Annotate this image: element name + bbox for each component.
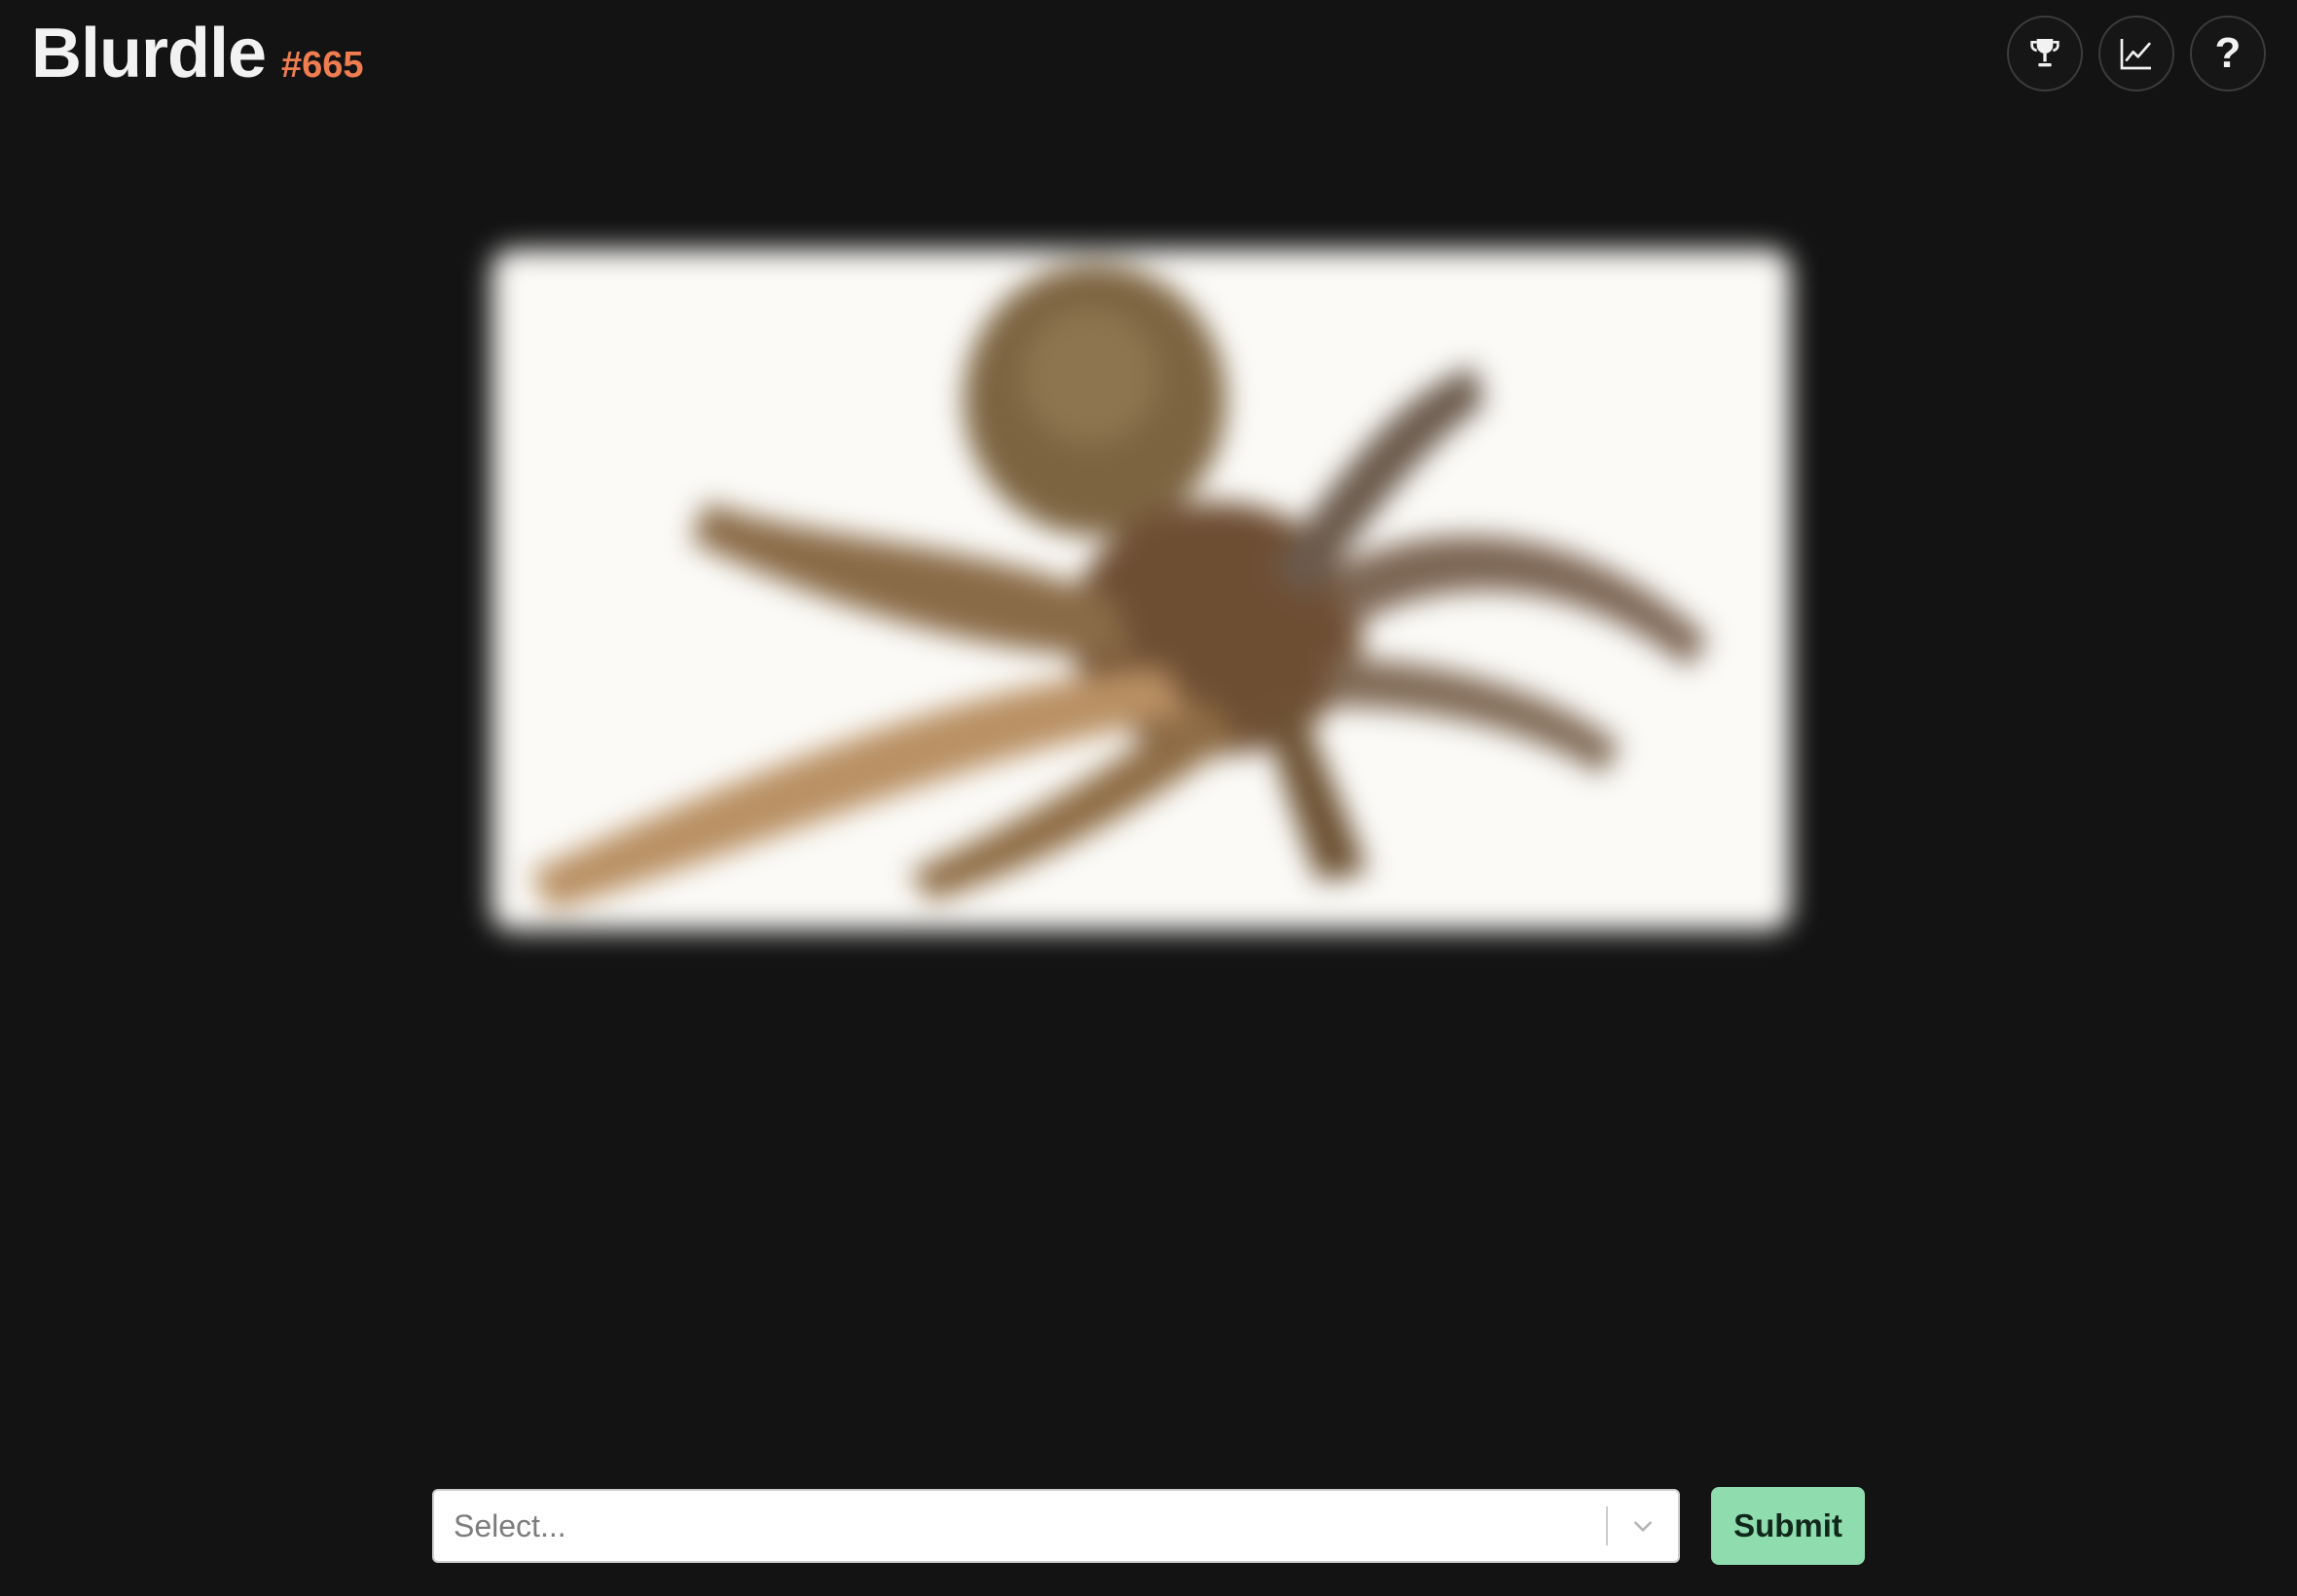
stats-button[interactable] [2098, 16, 2174, 91]
question-icon: ? [2214, 29, 2242, 77]
leaderboard-button[interactable] [2007, 16, 2083, 91]
help-button[interactable]: ? [2190, 16, 2266, 91]
puzzle-number: #665 [281, 45, 364, 86]
answer-select[interactable]: Select... [432, 1489, 1680, 1563]
trophy-icon [2030, 39, 2060, 67]
select-placeholder: Select... [454, 1507, 566, 1543]
octopus-blurred-image [492, 249, 1791, 930]
chevron-down-icon[interactable] [1608, 1489, 1678, 1563]
submit-button[interactable]: Submit [1711, 1487, 1865, 1565]
header: Blurdle #665 ? [0, 0, 2297, 117]
header-buttons: ? [2007, 16, 2266, 91]
guess-bar: Select... Submit [432, 1487, 1865, 1565]
line-chart-icon [2120, 39, 2151, 70]
puzzle-image [492, 249, 1791, 930]
game-page: Blurdle #665 ? Select... Submit [0, 0, 2297, 1596]
brand: Blurdle #665 [31, 14, 364, 93]
app-title: Blurdle [31, 15, 267, 92]
